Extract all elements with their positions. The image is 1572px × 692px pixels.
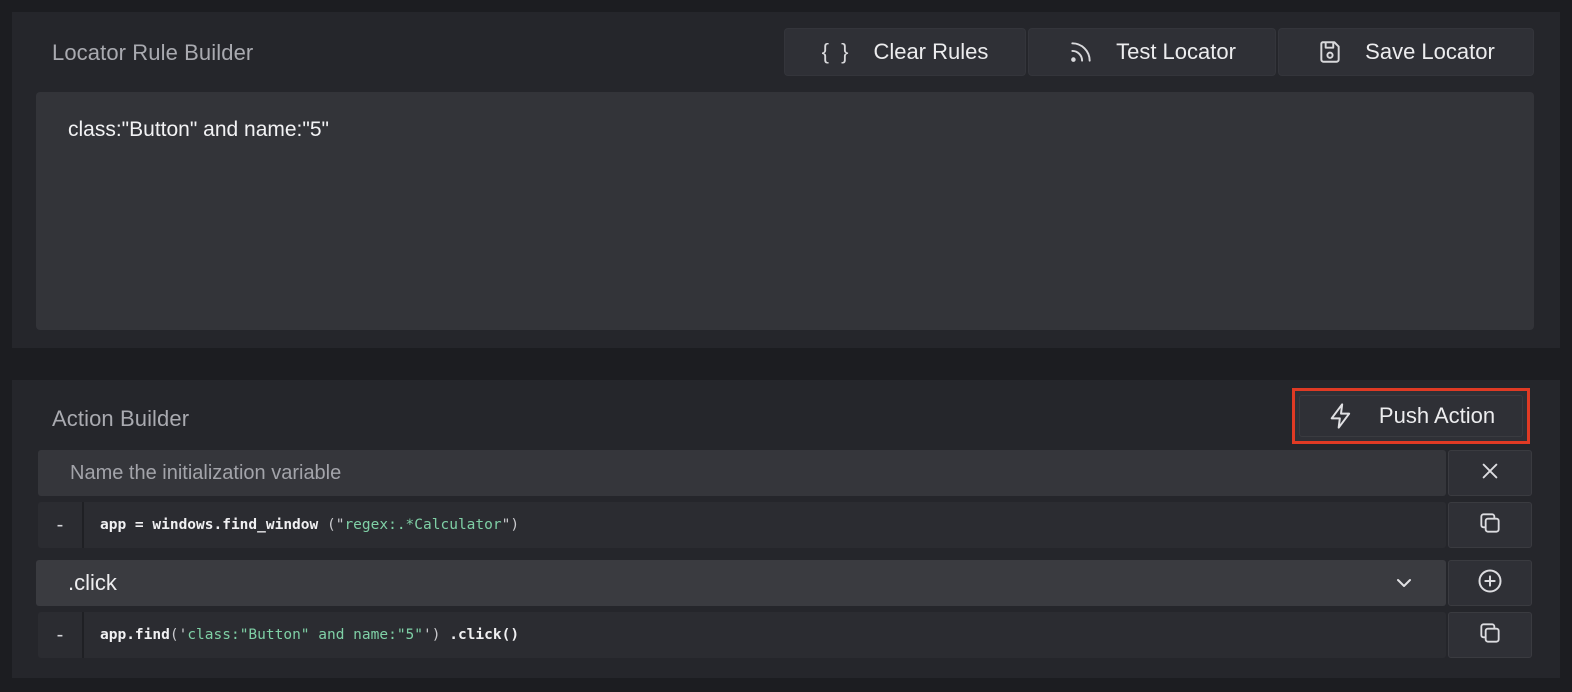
braces-icon: { } (821, 39, 852, 64)
locator-rule-editor[interactable]: class:"Button" and name:"5" (36, 92, 1534, 330)
rss-icon (1068, 39, 1094, 65)
code-line-init-text: app = windows.find_window ("regex:.*Calc… (100, 517, 520, 533)
clear-init-button[interactable] (1448, 450, 1532, 496)
close-icon (1479, 460, 1501, 487)
action-builder-panel: Action Builder Push Action - app = windo… (12, 380, 1560, 678)
lightning-icon (1327, 402, 1355, 430)
locator-panel-title: Locator Rule Builder (52, 40, 254, 65)
save-locator-button[interactable]: Save Locator (1278, 28, 1534, 76)
copy-action-code-button[interactable] (1448, 612, 1532, 658)
save-icon (1317, 39, 1343, 65)
action-panel-title: Action Builder (52, 406, 190, 431)
rule-text: class:"Button" and name:"5" (68, 118, 329, 141)
code-line-action-text: app.find('class:"Button" and name:"5"') … (100, 627, 520, 643)
init-variable-row (38, 450, 1446, 496)
copy-icon (1477, 620, 1503, 651)
clear-rules-button[interactable]: { } Clear Rules (784, 28, 1026, 76)
copy-icon (1477, 510, 1503, 541)
push-action-button[interactable]: Push Action (1292, 388, 1530, 444)
code-line-action: - app.find('class:"Button" and name:"5"'… (38, 612, 1446, 658)
code-line-prefix: - (38, 612, 84, 658)
chevron-down-icon (1392, 571, 1416, 595)
test-locator-label: Test Locator (1116, 39, 1236, 64)
init-variable-input[interactable] (38, 450, 1446, 496)
action-method-value: .click (68, 570, 117, 595)
test-locator-button[interactable]: Test Locator (1028, 28, 1276, 76)
code-line-prefix: - (38, 502, 84, 548)
locator-rule-builder-panel: Locator Rule Builder { } Clear Rules Tes… (12, 12, 1560, 348)
clear-rules-label: Clear Rules (873, 39, 989, 64)
code-line-init: - app = windows.find_window ("regex:.*Ca… (38, 502, 1446, 548)
push-action-label: Push Action (1378, 403, 1496, 428)
add-action-button[interactable] (1448, 560, 1532, 606)
action-method-select[interactable]: .click (36, 560, 1446, 606)
save-locator-label: Save Locator (1365, 39, 1495, 64)
copy-init-code-button[interactable] (1448, 502, 1532, 548)
plus-circle-icon (1476, 567, 1504, 600)
